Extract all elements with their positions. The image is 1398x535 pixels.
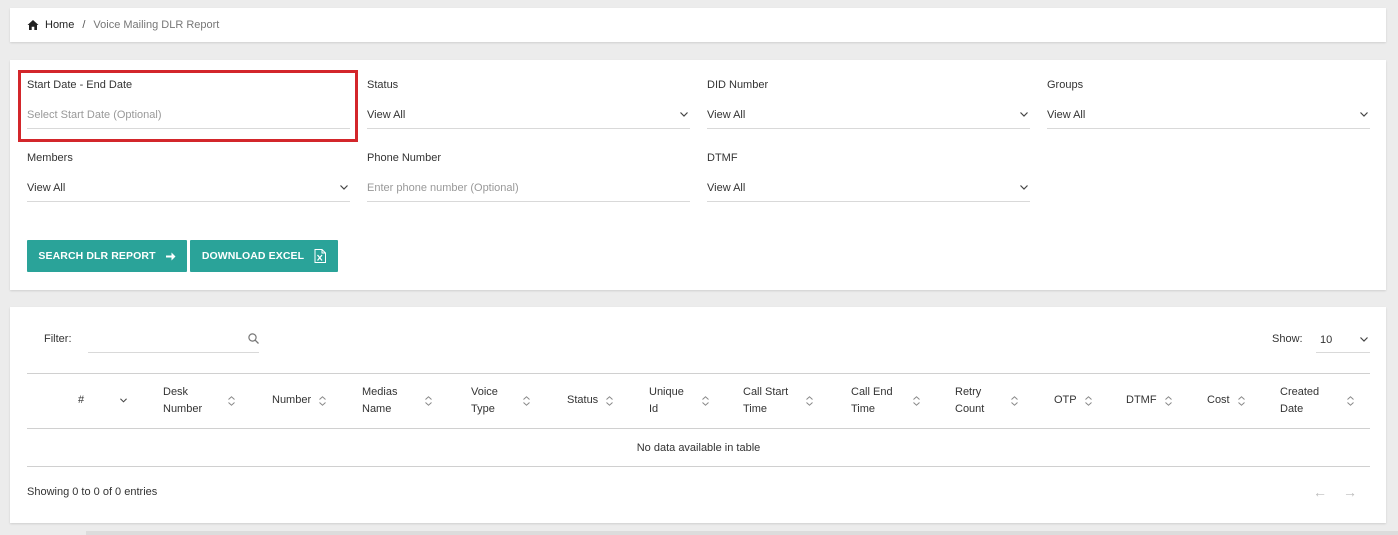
column-header-cost[interactable]: Cost [1207, 373, 1245, 428]
table-filter-input[interactable] [88, 327, 259, 353]
download-excel-button[interactable]: DOWNLOAD EXCEL [190, 240, 338, 272]
dtmf-value: View All [707, 181, 746, 194]
column-header-label: DTMF [1126, 394, 1157, 406]
column-header-label: Medias Name [362, 385, 398, 415]
members-label: Members [27, 152, 73, 164]
chevron-down-icon [120, 398, 128, 403]
sort-icon [1164, 395, 1172, 406]
date-range-input[interactable]: Select Start Date (Optional) [27, 101, 350, 129]
members-value: View All [27, 181, 66, 194]
column-header-label: Created Date [1280, 385, 1320, 415]
page-size-value: 10 [1320, 333, 1333, 346]
column-header-label: Voice Type [471, 385, 498, 415]
groups-label: Groups [1047, 79, 1084, 91]
did-number-label: DID Number [707, 79, 769, 91]
sort-icon [425, 395, 433, 406]
status-value: View All [367, 108, 406, 121]
search-icon [248, 333, 259, 344]
filter-panel: Start Date - End Date Select Start Date … [10, 60, 1386, 290]
did-number-value: View All [707, 108, 746, 121]
download-excel-label: DOWNLOAD EXCEL [201, 250, 305, 262]
home-icon[interactable] [27, 19, 39, 31]
date-range-label: Start Date - End Date [27, 79, 133, 91]
column-header-label: Desk Number [163, 385, 203, 415]
pagination: ← → [1313, 484, 1357, 500]
column-header-index[interactable]: # [78, 373, 128, 428]
pagination-prev-button[interactable]: ← [1313, 484, 1327, 500]
column-header-label: Number [272, 394, 312, 406]
column-header-retry-count[interactable]: Retry Count [955, 373, 1019, 428]
column-header-label: Unique Id [649, 385, 684, 415]
dtmf-select[interactable]: View All [707, 174, 1030, 202]
chevron-down-icon [680, 112, 688, 117]
sort-icon [912, 395, 920, 406]
search-dlr-report-label: SEARCH DLR REPORT [38, 250, 156, 262]
groups-select[interactable]: View All [1047, 101, 1370, 129]
column-header-label: Call End Time [851, 385, 893, 415]
column-header-dtmf[interactable]: DTMF [1126, 373, 1172, 428]
column-header-number[interactable]: Number [272, 373, 326, 428]
search-dlr-report-button[interactable]: SEARCH DLR REPORT [27, 240, 187, 272]
column-header-call-start-time[interactable]: Call Start Time [743, 373, 814, 428]
column-header-label: OTP [1054, 394, 1077, 406]
column-header-label: Call Start Time [743, 385, 789, 415]
dlr-table-panel: Filter: Show: 10 # Desk Number Number Me… [10, 307, 1386, 523]
groups-value: View All [1047, 108, 1086, 121]
sort-icon [319, 395, 326, 406]
sort-icon [1237, 395, 1245, 406]
column-header-created-date[interactable]: Created Date [1280, 373, 1354, 428]
status-select[interactable]: View All [367, 101, 690, 129]
breadcrumb-card: Home / Voice Mailing DLR Report [10, 8, 1386, 42]
members-select[interactable]: View All [27, 174, 350, 202]
page-size-label: Show: [1272, 333, 1303, 345]
column-header-otp[interactable]: OTP [1054, 373, 1092, 428]
date-range-placeholder: Select Start Date (Optional) [27, 108, 162, 121]
status-label: Status [367, 79, 399, 91]
sort-icon [1347, 395, 1354, 406]
column-header-unique-id[interactable]: Unique Id [649, 373, 709, 428]
breadcrumb-separator: / [82, 19, 86, 31]
column-header-status[interactable]: Status [567, 373, 614, 428]
sort-icon [606, 395, 614, 406]
column-header-voice-type[interactable]: Voice Type [471, 373, 530, 428]
arrow-right-icon [165, 252, 176, 260]
sort-icon [702, 395, 709, 406]
excel-file-icon [314, 249, 327, 263]
phone-number-label: Phone Number [367, 152, 441, 164]
page-size-select[interactable]: 10 [1316, 327, 1370, 353]
horizontal-scrollbar[interactable] [86, 531, 1398, 535]
column-header-label: # [78, 394, 85, 406]
table-entries-info: Showing 0 to 0 of 0 entries [27, 486, 158, 498]
sort-icon [806, 395, 814, 406]
sort-icon [1011, 395, 1019, 406]
sort-icon [228, 395, 235, 406]
chevron-down-icon [1020, 185, 1028, 190]
breadcrumb-home-link[interactable]: Home [45, 19, 74, 31]
chevron-down-icon [1020, 112, 1028, 117]
breadcrumb-current: Voice Mailing DLR Report [93, 19, 220, 31]
phone-number-placeholder: Enter phone number (Optional) [367, 181, 519, 194]
table-body-bottom-border [27, 466, 1370, 467]
column-header-desk-number[interactable]: Desk Number [163, 373, 235, 428]
sort-icon [1084, 395, 1092, 406]
chevron-down-icon [1360, 112, 1368, 117]
table-filter-label: Filter: [44, 333, 72, 345]
column-header-label: Retry Count [955, 385, 985, 415]
pagination-next-button[interactable]: → [1343, 484, 1357, 500]
chevron-down-icon [1360, 337, 1368, 342]
breadcrumb: Home / Voice Mailing DLR Report [27, 19, 219, 31]
column-header-label: Status [567, 394, 599, 406]
column-header-medias-name[interactable]: Medias Name [362, 373, 433, 428]
chevron-down-icon [340, 185, 348, 190]
phone-number-input[interactable]: Enter phone number (Optional) [367, 174, 690, 202]
did-number-select[interactable]: View All [707, 101, 1030, 129]
sort-icon [523, 395, 530, 406]
column-header-label: Cost [1207, 394, 1230, 406]
dtmf-label: DTMF [707, 152, 738, 164]
column-header-call-end-time[interactable]: Call End Time [851, 373, 920, 428]
table-empty-message: No data available in table [636, 441, 761, 454]
